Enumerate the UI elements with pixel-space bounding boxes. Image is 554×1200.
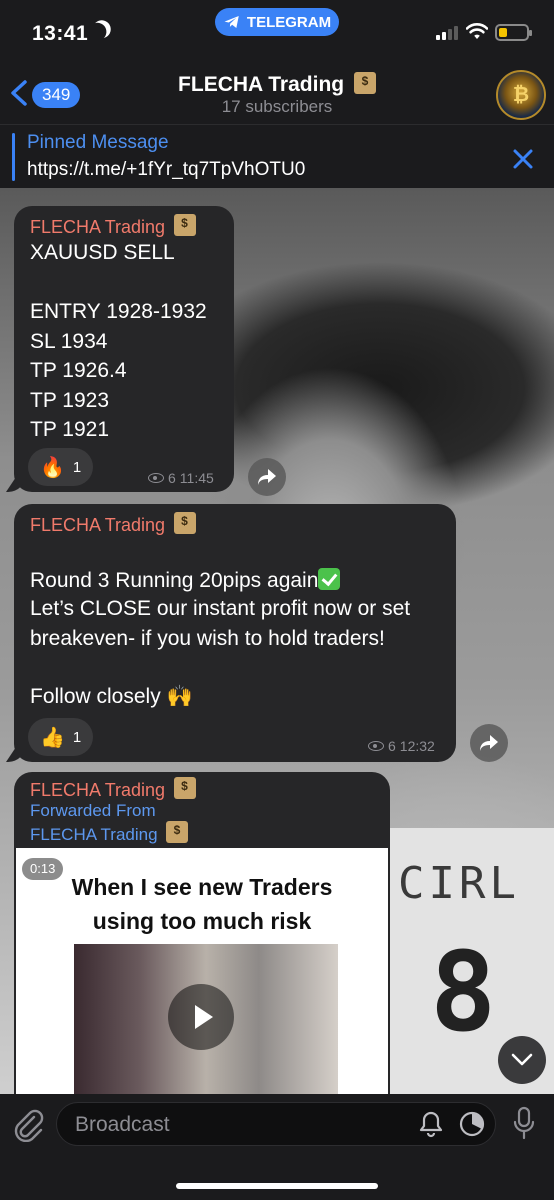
chat-header: 349 FLECHA Trading 17 subscribers bbox=[0, 60, 554, 124]
subscriber-count: 17 subscribers bbox=[221, 97, 333, 116]
message-text: XAUUSD SELL ENTRY 1928-1932 SL 1934 TP 1… bbox=[30, 241, 207, 441]
checkmark-icon bbox=[318, 567, 341, 590]
home-indicator bbox=[176, 1183, 378, 1189]
battery-icon bbox=[495, 24, 532, 41]
bank-emoji-icon bbox=[173, 214, 196, 236]
wifi-icon bbox=[466, 23, 488, 39]
cellular-signal-icon bbox=[436, 26, 458, 40]
bank-emoji-icon bbox=[173, 512, 196, 534]
bank-emoji-icon bbox=[353, 72, 376, 94]
bell-icon[interactable] bbox=[418, 1110, 444, 1138]
reaction-chip[interactable]: 👍 1 bbox=[28, 718, 94, 756]
telegram-plane-icon bbox=[224, 16, 239, 28]
view-count: 6 bbox=[388, 738, 396, 754]
pinned-accent-bar bbox=[12, 133, 15, 181]
message-text: Let’s CLOSE our instant profit now or se… bbox=[30, 597, 411, 650]
status-bar: 13:41 TELEGRAM bbox=[0, 0, 554, 60]
scroll-to-bottom-button[interactable] bbox=[498, 1036, 546, 1084]
message-time: 12:32 bbox=[399, 738, 435, 754]
message-bubble[interactable]: FLECHA Trading Round 3 Running 20pips ag… bbox=[6, 504, 456, 762]
pinned-message-bar[interactable]: Pinned Message https://t.me/+1fYr_tq7TpV… bbox=[0, 124, 554, 188]
paperclip-icon[interactable] bbox=[12, 1108, 44, 1142]
status-time: 13:41 bbox=[32, 22, 89, 45]
avatar-letter: ₿ bbox=[512, 84, 530, 106]
message-author[interactable]: FLECHA Trading bbox=[30, 777, 196, 801]
telegram-return-pill[interactable]: TELEGRAM bbox=[215, 8, 339, 36]
message-bubble[interactable]: FLECHA Trading XAUUSD SELL ENTRY 1928-19… bbox=[6, 206, 234, 492]
share-arrow-icon bbox=[480, 735, 498, 751]
reaction-count: 1 bbox=[72, 728, 82, 746]
forward-share-button[interactable] bbox=[248, 458, 286, 496]
video-caption: When I see new Traders using too much ri… bbox=[71, 874, 333, 934]
message-line: Follow closely 🙌 bbox=[30, 685, 193, 708]
forwarded-source[interactable]: FLECHA Trading bbox=[30, 821, 189, 845]
channel-avatar[interactable]: ₿ bbox=[496, 70, 546, 120]
video-thumbnail[interactable]: When I see new Traders using too much ri… bbox=[16, 848, 388, 1094]
reaction-chip[interactable]: 🔥 1 bbox=[28, 448, 94, 486]
broadcast-placeholder: Broadcast bbox=[75, 1113, 170, 1136]
pinned-title: Pinned Message bbox=[27, 132, 169, 153]
message-line: Round 3 Running 20pips again bbox=[30, 536, 450, 595]
schedule-timer-icon[interactable] bbox=[458, 1110, 486, 1138]
view-count: 6 bbox=[168, 470, 176, 486]
message-time: 11:45 bbox=[179, 470, 214, 486]
message-author[interactable]: FLECHA Trading bbox=[30, 214, 196, 238]
message-meta: 6 11:45 bbox=[148, 470, 214, 486]
share-arrow-icon bbox=[258, 469, 276, 485]
reaction-count: 1 bbox=[72, 458, 82, 476]
message-meta: 6 12:32 bbox=[368, 738, 435, 754]
forward-share-button[interactable] bbox=[470, 724, 508, 762]
close-pinned-icon[interactable] bbox=[510, 146, 536, 172]
background-plate-number: 8 bbox=[430, 928, 497, 1056]
telegram-pill-label: TELEGRAM bbox=[246, 13, 332, 31]
microphone-icon[interactable] bbox=[512, 1106, 536, 1142]
chevron-down-icon bbox=[511, 1053, 533, 1066]
views-eye-icon bbox=[368, 741, 384, 751]
channel-title-text: FLECHA Trading bbox=[178, 73, 345, 96]
fire-reaction-icon: 🔥 bbox=[40, 456, 65, 479]
moon-icon bbox=[85, 19, 110, 44]
views-eye-icon bbox=[148, 473, 164, 483]
bank-emoji-icon bbox=[173, 777, 196, 799]
bank-emoji-icon bbox=[166, 821, 189, 843]
channel-title[interactable]: FLECHA Trading bbox=[0, 72, 554, 97]
background-plate-text: CIRL bbox=[398, 858, 520, 909]
forwarded-label: Forwarded From bbox=[30, 801, 156, 820]
play-icon[interactable] bbox=[168, 984, 234, 1050]
thumbs-up-reaction-icon: 👍 bbox=[40, 726, 65, 749]
message-author[interactable]: FLECHA Trading bbox=[30, 512, 196, 536]
pinned-link: https://t.me/+1fYr_tq7TpVhOTU0 bbox=[27, 159, 306, 180]
message-line-text: Round 3 Running 20pips again bbox=[30, 568, 319, 592]
video-duration: 0:13 bbox=[22, 858, 64, 880]
